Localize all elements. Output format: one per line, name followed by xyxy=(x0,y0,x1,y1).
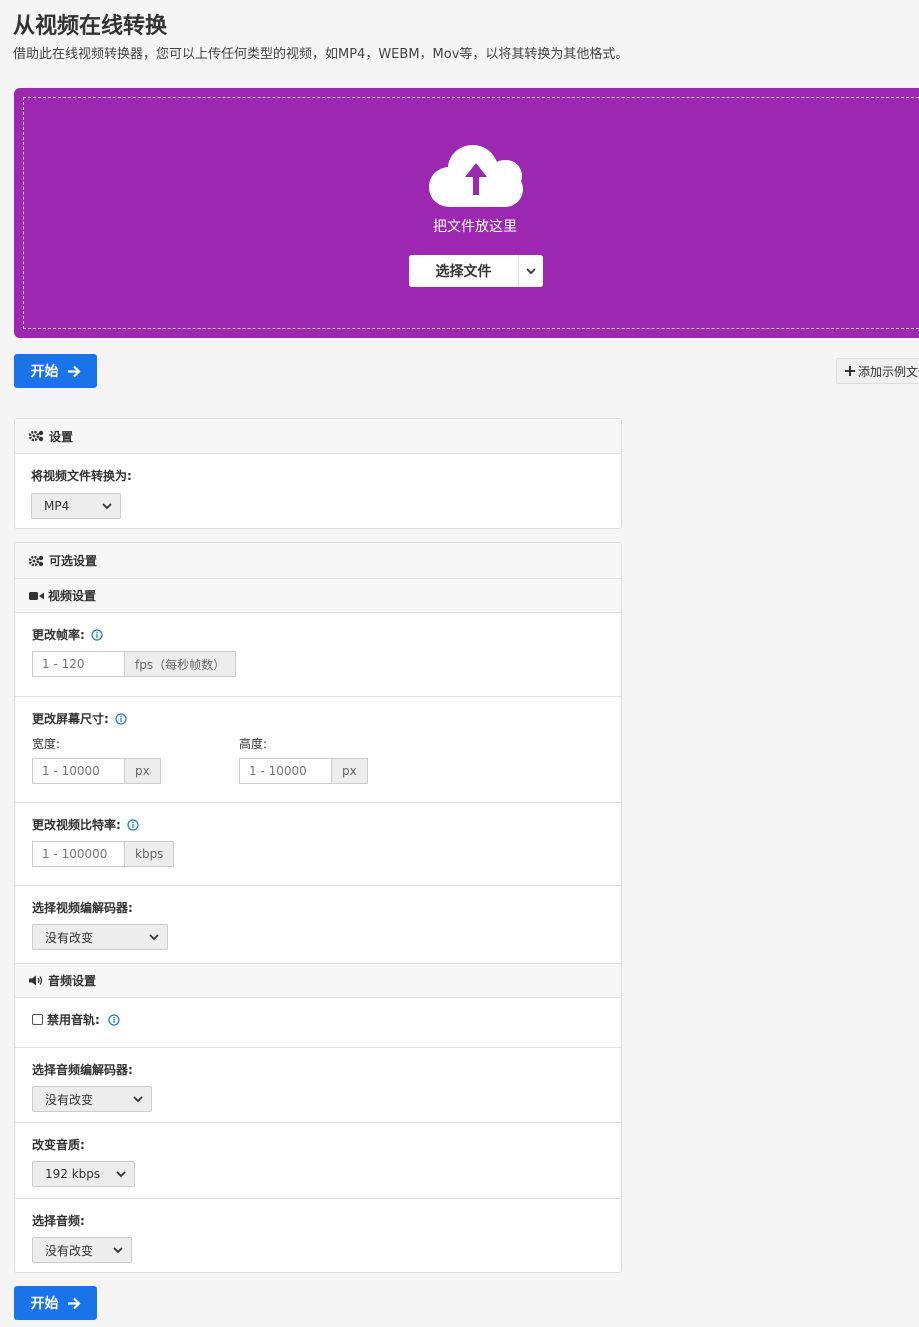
video-codec-label: 选择视频编解码器: xyxy=(32,901,133,915)
add-sample-button[interactable]: 添加示例文件 xyxy=(836,358,919,384)
chevron-down-icon xyxy=(526,267,536,274)
audio-channel-section: 选择音频: 没有改变 xyxy=(15,1199,621,1273)
framerate-section: 更改帧率: fps（每秒帧数） xyxy=(15,613,621,697)
speaker-icon xyxy=(29,975,43,986)
video-codec-select[interactable]: 没有改变 xyxy=(32,924,168,950)
bitrate-input[interactable] xyxy=(32,841,124,867)
gears-icon xyxy=(29,555,44,566)
add-sample-label: 添加示例文件 xyxy=(858,364,919,379)
dropzone-border xyxy=(23,97,919,329)
audio-channel-value: 没有改变 xyxy=(45,1243,94,1258)
screen-size-section: 更改屏幕尺寸: 宽度: px 高度: px xyxy=(15,697,621,803)
start-label: 开始 xyxy=(30,364,59,380)
page-subtitle: 借助此在线视频转换器，您可以上传任何类型的视频，如MP4，WEBM，Mov等，以… xyxy=(13,47,629,62)
bitrate-section: 更改视频比特率: kbps xyxy=(15,803,621,886)
height-label: 高度: xyxy=(239,737,268,751)
audio-settings-title: 音频设置 xyxy=(48,974,97,988)
plus-icon xyxy=(845,366,855,376)
disable-audio-section: 禁用音轨: xyxy=(15,998,621,1048)
choose-file-button[interactable]: 选择文件 xyxy=(409,255,519,287)
chevron-down-icon xyxy=(133,1095,143,1102)
video-camera-icon xyxy=(29,591,44,600)
chevron-down-icon xyxy=(116,1170,126,1177)
drop-text: 把文件放这里 xyxy=(433,219,517,235)
gears-icon xyxy=(29,430,44,442)
audio-quality-select[interactable]: 192 kbps xyxy=(32,1161,135,1187)
info-icon[interactable] xyxy=(127,818,139,831)
framerate-label: 更改帧率: xyxy=(32,628,85,642)
page-title: 从视频在线转换 xyxy=(13,14,168,39)
choose-file-group: 选择文件 xyxy=(409,255,543,287)
framerate-input[interactable] xyxy=(32,651,124,677)
bitrate-label: 更改视频比特率: xyxy=(32,818,121,832)
start-label: 开始 xyxy=(30,1296,59,1312)
audio-settings-header: 音频设置 xyxy=(15,963,621,998)
optional-settings-header: 可选设置 xyxy=(15,543,621,578)
audio-channel-label: 选择音频: xyxy=(32,1214,85,1228)
info-icon[interactable] xyxy=(91,628,103,641)
chevron-down-icon xyxy=(149,933,159,940)
video-settings-header: 视频设置 xyxy=(15,578,621,613)
start-button-bottom[interactable]: 开始 xyxy=(14,1286,97,1320)
format-value: MP4 xyxy=(44,499,70,513)
optional-settings-title: 可选设置 xyxy=(49,554,98,568)
width-input[interactable] xyxy=(32,758,124,784)
audio-quality-label: 改变音质: xyxy=(32,1138,85,1152)
settings-header: 设置 xyxy=(15,419,621,454)
settings-title: 设置 xyxy=(49,429,74,444)
chevron-down-icon xyxy=(113,1246,123,1253)
video-codec-value: 没有改变 xyxy=(45,930,94,945)
audio-codec-label: 选择音频编解码器: xyxy=(32,1063,133,1077)
audio-codec-section: 选择音频编解码器: 没有改变 xyxy=(15,1048,621,1123)
start-button-top[interactable]: 开始 xyxy=(14,354,97,388)
format-select[interactable]: MP4 xyxy=(31,493,121,519)
audio-codec-select[interactable]: 没有改变 xyxy=(32,1086,152,1112)
convert-to-label: 将视频文件转换为: xyxy=(31,469,132,483)
file-dropzone[interactable]: 把文件放这里 选择文件 xyxy=(14,88,919,338)
width-unit: px xyxy=(124,758,161,784)
audio-channel-select[interactable]: 没有改变 xyxy=(32,1237,132,1263)
info-icon[interactable] xyxy=(108,1013,120,1026)
choose-source-dropdown[interactable] xyxy=(519,255,543,287)
disable-audio-label: 禁用音轨: xyxy=(47,1013,100,1027)
info-icon[interactable] xyxy=(115,712,127,725)
chevron-down-icon xyxy=(102,502,112,509)
audio-quality-section: 改变音质: 192 kbps xyxy=(15,1123,621,1199)
video-settings-title: 视频设置 xyxy=(48,589,97,603)
framerate-unit: fps（每秒帧数） xyxy=(124,651,237,677)
screen-size-label: 更改屏幕尺寸: xyxy=(32,712,109,726)
video-codec-section: 选择视频编解码器: 没有改变 xyxy=(15,886,621,963)
arrow-right-icon xyxy=(67,1297,81,1309)
bitrate-unit: kbps xyxy=(124,841,175,867)
height-input[interactable] xyxy=(239,758,331,784)
disable-audio-checkbox[interactable] xyxy=(32,1014,43,1025)
arrow-right-icon xyxy=(67,365,81,377)
audio-quality-value: 192 kbps xyxy=(45,1167,101,1181)
optional-settings-panel: 可选设置 视频设置 更改帧率: fps（每秒帧数） 更改屏幕尺寸: 宽度: px xyxy=(14,542,622,1273)
settings-panel: 设置 将视频文件转换为: MP4 xyxy=(14,418,622,529)
cloud-upload-icon xyxy=(429,145,523,207)
height-unit: px xyxy=(331,758,368,784)
audio-codec-value: 没有改变 xyxy=(45,1092,94,1107)
width-label: 宽度: xyxy=(32,737,61,751)
